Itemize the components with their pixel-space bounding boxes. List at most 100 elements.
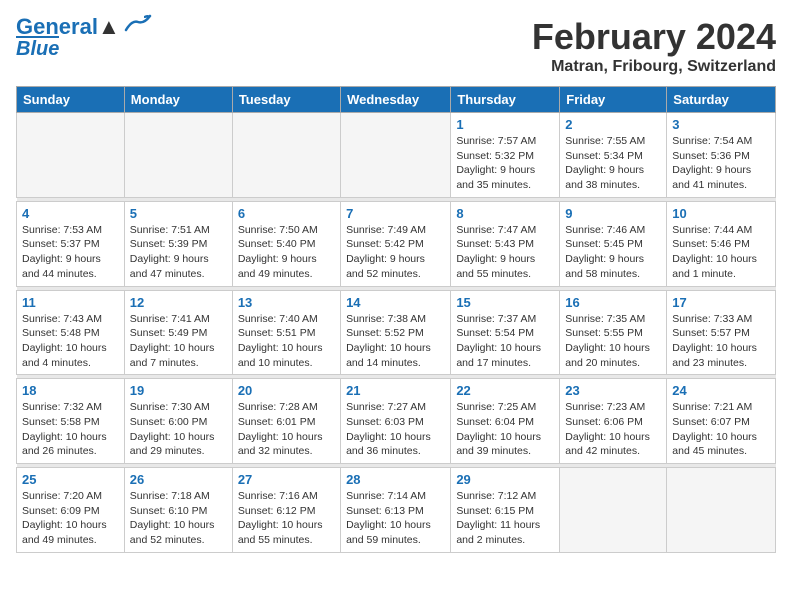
page-header: General▲ Blue February 2024 Matran, Frib… — [16, 16, 776, 76]
table-row: 23Sunrise: 7:23 AM Sunset: 6:06 PM Dayli… — [560, 379, 667, 464]
table-row — [124, 113, 232, 198]
table-row: 21Sunrise: 7:27 AM Sunset: 6:03 PM Dayli… — [341, 379, 451, 464]
day-number: 2 — [565, 117, 661, 132]
title-block: February 2024 Matran, Fribourg, Switzerl… — [532, 16, 776, 76]
calendar-week-row: 18Sunrise: 7:32 AM Sunset: 5:58 PM Dayli… — [17, 379, 776, 464]
table-row: 10Sunrise: 7:44 AM Sunset: 5:46 PM Dayli… — [667, 201, 776, 286]
table-row: 1 Sunrise: 7:57 AM Sunset: 5:32 PM Daylig… — [451, 113, 560, 198]
col-wednesday: Wednesday — [341, 87, 451, 113]
day-info: Sunrise: 7:46 AM Sunset: 5:45 PM Dayligh… — [565, 223, 661, 282]
day-number: 13 — [238, 295, 335, 310]
day-info: Sunrise: 7:27 AM Sunset: 6:03 PM Dayligh… — [346, 400, 445, 459]
day-info: Sunrise: 7:12 AM Sunset: 6:15 PM Dayligh… — [456, 489, 554, 548]
table-row: 11 Sunrise: 7:43 AM Sunset: 5:48 PM Dayli… — [17, 290, 125, 375]
calendar-week-row: 11 Sunrise: 7:43 AM Sunset: 5:48 PM Dayli… — [17, 290, 776, 375]
calendar-week-row: 25 Sunrise: 7:20 AM Sunset: 6:09 PM Dayli… — [17, 468, 776, 553]
col-friday: Friday — [560, 87, 667, 113]
table-row: 12 Sunrise: 7:41 AM Sunset: 5:49 PM Dayli… — [124, 290, 232, 375]
table-row — [560, 468, 667, 553]
day-info: Sunrise: 7:21 AM Sunset: 6:07 PM Dayligh… — [672, 400, 770, 459]
day-number: 29 — [456, 472, 554, 487]
logo-bird-icon — [124, 12, 152, 34]
day-number: 20 — [238, 383, 335, 398]
table-row: 19Sunrise: 7:30 AM Sunset: 6:00 PM Dayli… — [124, 379, 232, 464]
day-info: Sunrise: 7:20 AM Sunset: 6:09 PM Dayligh… — [22, 489, 119, 548]
day-number: 6 — [238, 206, 335, 221]
day-info: Sunrise: 7:40 AM Sunset: 5:51 PM Dayligh… — [238, 312, 335, 371]
day-info: Sunrise: 7:41 AM Sunset: 5:49 PM Dayligh… — [130, 312, 227, 371]
col-tuesday: Tuesday — [232, 87, 340, 113]
day-info: Sunrise: 7:51 AM Sunset: 5:39 PM Dayligh… — [130, 223, 227, 282]
day-info: Sunrise: 7:35 AM Sunset: 5:55 PM Dayligh… — [565, 312, 661, 371]
day-number: 3 — [672, 117, 770, 132]
table-row: 5 Sunrise: 7:51 AM Sunset: 5:39 PM Daylig… — [124, 201, 232, 286]
table-row: 14 Sunrise: 7:38 AM Sunset: 5:52 PM Dayli… — [341, 290, 451, 375]
location-title: Matran, Fribourg, Switzerland — [532, 58, 776, 76]
day-info: Sunrise: 7:53 AM Sunset: 5:37 PM Dayligh… — [22, 223, 119, 282]
table-row — [667, 468, 776, 553]
table-row: 26 Sunrise: 7:18 AM Sunset: 6:10 PM Dayli… — [124, 468, 232, 553]
day-number: 11 — [22, 295, 119, 310]
day-number: 18 — [22, 383, 119, 398]
calendar-header-row: Sunday Monday Tuesday Wednesday Thursday… — [17, 87, 776, 113]
day-number: 9 — [565, 206, 661, 221]
day-info: Sunrise: 7:37 AM Sunset: 5:54 PM Dayligh… — [456, 312, 554, 371]
table-row: 29 Sunrise: 7:12 AM Sunset: 6:15 PM Dayli… — [451, 468, 560, 553]
day-number: 16 — [565, 295, 661, 310]
table-row: 13 Sunrise: 7:40 AM Sunset: 5:51 PM Dayli… — [232, 290, 340, 375]
day-number: 12 — [130, 295, 227, 310]
day-info: Sunrise: 7:33 AM Sunset: 5:57 PM Dayligh… — [672, 312, 770, 371]
day-info: Sunrise: 7:54 AM Sunset: 5:36 PM Dayligh… — [672, 134, 770, 193]
calendar-week-row: 1 Sunrise: 7:57 AM Sunset: 5:32 PM Daylig… — [17, 113, 776, 198]
day-info: Sunrise: 7:49 AM Sunset: 5:42 PM Dayligh… — [346, 223, 445, 282]
day-number: 7 — [346, 206, 445, 221]
day-info: Sunrise: 7:57 AM Sunset: 5:32 PM Dayligh… — [456, 134, 554, 193]
logo-text: General▲ — [16, 16, 120, 38]
col-thursday: Thursday — [451, 87, 560, 113]
calendar-table: Sunday Monday Tuesday Wednesday Thursday… — [16, 86, 776, 553]
table-row — [341, 113, 451, 198]
day-number: 23 — [565, 383, 661, 398]
table-row: 8 Sunrise: 7:47 AM Sunset: 5:43 PM Daylig… — [451, 201, 560, 286]
day-info: Sunrise: 7:28 AM Sunset: 6:01 PM Dayligh… — [238, 400, 335, 459]
table-row: 4 Sunrise: 7:53 AM Sunset: 5:37 PM Daylig… — [17, 201, 125, 286]
table-row: 15 Sunrise: 7:37 AM Sunset: 5:54 PM Dayli… — [451, 290, 560, 375]
day-number: 26 — [130, 472, 227, 487]
day-number: 15 — [456, 295, 554, 310]
day-number: 5 — [130, 206, 227, 221]
day-info: Sunrise: 7:14 AM Sunset: 6:13 PM Dayligh… — [346, 489, 445, 548]
day-number: 25 — [22, 472, 119, 487]
day-number: 4 — [22, 206, 119, 221]
table-row: 25 Sunrise: 7:20 AM Sunset: 6:09 PM Dayli… — [17, 468, 125, 553]
table-row: 24 Sunrise: 7:21 AM Sunset: 6:07 PM Dayli… — [667, 379, 776, 464]
day-info: Sunrise: 7:25 AM Sunset: 6:04 PM Dayligh… — [456, 400, 554, 459]
day-info: Sunrise: 7:38 AM Sunset: 5:52 PM Dayligh… — [346, 312, 445, 371]
table-row — [17, 113, 125, 198]
day-info: Sunrise: 7:16 AM Sunset: 6:12 PM Dayligh… — [238, 489, 335, 548]
logo: General▲ Blue — [16, 16, 152, 59]
day-number: 1 — [456, 117, 554, 132]
day-number: 8 — [456, 206, 554, 221]
day-number: 14 — [346, 295, 445, 310]
logo-blue-text: Blue — [16, 36, 59, 59]
table-row: 20 Sunrise: 7:28 AM Sunset: 6:01 PM Dayli… — [232, 379, 340, 464]
day-info: Sunrise: 7:47 AM Sunset: 5:43 PM Dayligh… — [456, 223, 554, 282]
day-number: 24 — [672, 383, 770, 398]
day-info: Sunrise: 7:50 AM Sunset: 5:40 PM Dayligh… — [238, 223, 335, 282]
table-row: 9 Sunrise: 7:46 AM Sunset: 5:45 PM Daylig… — [560, 201, 667, 286]
day-info: Sunrise: 7:43 AM Sunset: 5:48 PM Dayligh… — [22, 312, 119, 371]
day-number: 22 — [456, 383, 554, 398]
table-row: 22 Sunrise: 7:25 AM Sunset: 6:04 PM Dayli… — [451, 379, 560, 464]
table-row — [232, 113, 340, 198]
col-monday: Monday — [124, 87, 232, 113]
day-number: 28 — [346, 472, 445, 487]
day-info: Sunrise: 7:18 AM Sunset: 6:10 PM Dayligh… — [130, 489, 227, 548]
table-row: 2Sunrise: 7:55 AM Sunset: 5:34 PM Daylig… — [560, 113, 667, 198]
table-row: 16 Sunrise: 7:35 AM Sunset: 5:55 PM Dayli… — [560, 290, 667, 375]
day-number: 27 — [238, 472, 335, 487]
day-number: 10 — [672, 206, 770, 221]
col-sunday: Sunday — [17, 87, 125, 113]
table-row: 28 Sunrise: 7:14 AM Sunset: 6:13 PM Dayli… — [341, 468, 451, 553]
table-row: 3 Sunrise: 7:54 AM Sunset: 5:36 PM Daylig… — [667, 113, 776, 198]
day-info: Sunrise: 7:30 AM Sunset: 6:00 PM Dayligh… — [130, 400, 227, 459]
